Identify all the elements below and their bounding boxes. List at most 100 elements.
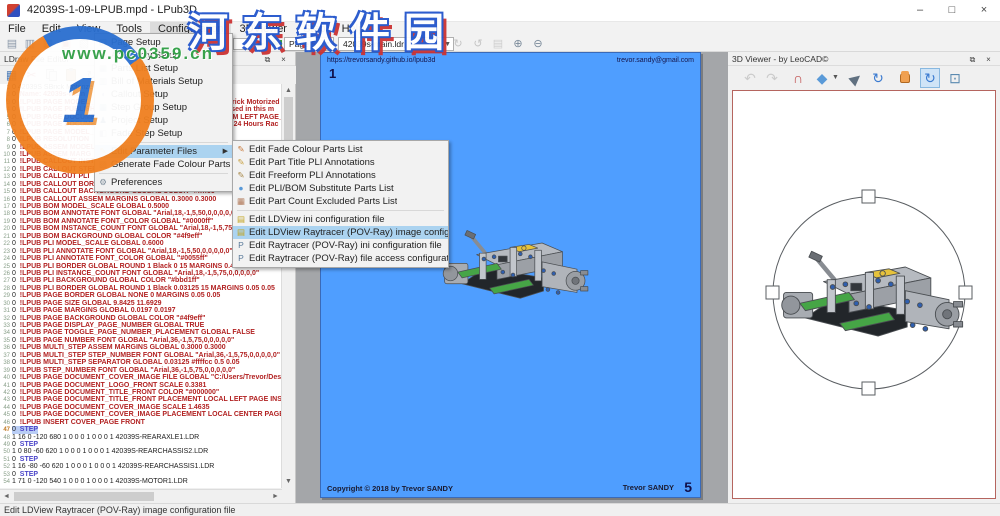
export-image-icon[interactable]: ▧ <box>76 37 92 51</box>
menu-item-bill-of-materials-setup[interactable]: ▥Bill of Materials Setup <box>95 75 232 88</box>
menu-item-edit-part-title-pli-annotations[interactable]: ✎Edit Part Title PLI Annotations <box>233 156 448 169</box>
editor-line[interactable]: 460 !LPUB INSERT COVER_PAGE FRONT <box>0 419 282 426</box>
page-graphics-view[interactable]: https://trevorsandy.github.io/lpub3d tre… <box>296 52 728 503</box>
scroll-left-icon[interactable]: ◄ <box>0 490 13 503</box>
print-icon[interactable]: ▦ <box>40 37 56 51</box>
close-dock-icon[interactable]: × <box>278 54 289 65</box>
editor-line[interactable]: 260 !LPUB PLI INSTANCE_COUNT FONT GLOBAL… <box>0 270 282 277</box>
menubar-item-file[interactable]: File <box>0 22 34 36</box>
editor-line[interactable]: 390 !LPUB STEP_NUMBER FONT GLOBAL "Arial… <box>0 367 282 374</box>
menu-item-edit-ldview-raytracer-pov-ray-image-configuration-file[interactable]: ▤Edit LDView Raytracer (POV-Ray) image c… <box>233 226 448 239</box>
model-render[interactable] <box>769 247 969 370</box>
editor-line[interactable]: 481 16 0 -120 680 1 0 0 0 1 0 0 0 1 4203… <box>0 434 282 441</box>
editor-line[interactable]: 280 !LPUB PLI BORDER GLOBAL ROUND 1 Blac… <box>0 285 282 292</box>
menubar-item-3dviewer[interactable]: 3DViewer <box>231 22 295 36</box>
menu-item-edit-raytracer-pov-ray-ini-configuration-file[interactable]: PEdit Raytracer (POV-Ray) ini configurat… <box>233 239 448 252</box>
editor-line[interactable]: 490 STEP <box>0 441 282 448</box>
open-file-icon[interactable]: ▤ <box>4 37 20 51</box>
next-page-button[interactable]: ► <box>254 37 268 51</box>
editor-line[interactable]: 501 0 80 -60 620 1 0 0 0 1 0 0 0 1 42039… <box>0 448 282 455</box>
menu-item-edit-parameter-files[interactable]: ✎Edit Parameter Files▶ <box>95 145 232 158</box>
editor-line[interactable]: 470 STEP <box>0 426 282 433</box>
ldraw-editor-icon[interactable]: ▦ <box>3 67 20 83</box>
editor-line[interactable]: 340 !LPUB PAGE TOGGLE_PAGE_NUMBER_PLACEM… <box>0 329 282 336</box>
menubar-item-step[interactable]: Step <box>295 22 334 36</box>
menu-item-assembly-setup[interactable]: ▣Assembly Setup <box>95 49 232 62</box>
export-page-icon[interactable]: ▤ <box>490 37 506 51</box>
menu-item-edit-ldview-ini-configuration-file[interactable]: ▤Edit LDView ini configuration file <box>233 213 448 226</box>
editor-line[interactable]: 410 !LPUB PAGE DOCUMENT_LOGO_FRONT SCALE… <box>0 382 282 389</box>
update-icon[interactable]: ↺ <box>470 37 486 51</box>
editor-horizontal-scrollbar[interactable]: ◄ ► <box>0 489 282 502</box>
save-file-icon[interactable]: ▥ <box>22 37 38 51</box>
rotate-icon[interactable]: ↻ <box>868 68 888 88</box>
menu-item-parts-list-setup[interactable]: ▦Parts List Setup <box>95 62 232 75</box>
editor-line[interactable]: 430 !LPUB PAGE DOCUMENT_TITLE_FRONT PLAC… <box>0 396 282 403</box>
select-icon[interactable]: ▶ <box>841 64 869 92</box>
menu-item-callout-setup[interactable]: ◖Callout Setup <box>95 88 232 101</box>
menubar-item-help[interactable]: Help <box>334 22 373 36</box>
editor-line[interactable]: 360 !LPUB MULTI_STEP ASSEM MARGINS GLOBA… <box>0 344 282 351</box>
editor-line[interactable]: 350 !LPUB PAGE NUMBER FONT GLOBAL "Arial… <box>0 337 282 344</box>
zoom-region-icon[interactable]: ⊡ <box>945 68 965 88</box>
zoom-out-icon[interactable]: ⊖ <box>530 37 546 51</box>
editor-line[interactable]: 290 !LPUB PAGE BORDER GLOBAL NONE 0 MARG… <box>0 292 282 299</box>
scroll-up-icon[interactable]: ▲ <box>282 84 295 97</box>
model-render[interactable] <box>433 227 593 327</box>
minimize-button[interactable]: – <box>904 0 936 21</box>
scroll-right-icon[interactable]: ► <box>269 490 282 503</box>
editor-line[interactable]: 310 !LPUB PAGE MARGINS GLOBAL 0.0197 0.0… <box>0 307 282 314</box>
generate-fade-colour-icon: ▨ <box>95 158 111 171</box>
menu-item-edit-freeform-pli-annotations[interactable]: ✎Edit Freeform PLI Annotations <box>233 169 448 182</box>
editor-line[interactable]: 510 STEP <box>0 456 282 463</box>
scrollbar-thumb[interactable] <box>284 97 293 141</box>
scroll-down-icon[interactable]: ▼ <box>282 475 295 488</box>
editor-line[interactable]: 530 STEP <box>0 471 282 478</box>
editor-line[interactable]: 420 !LPUB PAGE DOCUMENT_TITLE_FRONT COLO… <box>0 389 282 396</box>
menu-item-fade-step-setup[interactable]: ◧Fade Step Setup <box>95 127 232 140</box>
editor-line[interactable]: 370 !LPUB MULTI_STEP STEP_NUMBER FONT GL… <box>0 352 282 359</box>
menu-item-edit-part-count-excluded-parts-list[interactable]: ▦Edit Part Count Excluded Parts List <box>233 195 448 208</box>
float-dock-icon[interactable]: ⧉ <box>967 54 978 65</box>
redraw-icon[interactable]: ↻ <box>450 37 466 51</box>
chevron-down-icon[interactable]: ▼ <box>832 74 839 81</box>
editor-line[interactable]: 400 !LPUB PAGE DOCUMENT_COVER_IMAGE FILE… <box>0 374 282 381</box>
pieces-icon[interactable]: ◆ <box>812 68 832 88</box>
close-button[interactable]: × <box>968 0 1000 21</box>
zoom-in-icon[interactable]: ⊕ <box>510 37 526 51</box>
relative-translation-icon[interactable]: ∩ <box>788 68 808 88</box>
editor-line[interactable]: 270 !LPUB PLI BACKGROUND GLOBAL COLOR "#… <box>0 277 282 284</box>
menu-item-edit-fade-colour-parts-list[interactable]: ✎Edit Fade Colour Parts List <box>233 143 448 156</box>
menu-item-project-setup[interactable]: ♟Project Setup <box>95 114 232 127</box>
maximize-button[interactable]: □ <box>936 0 968 21</box>
menu-item-generate-fade-colour-parts-list[interactable]: ▨Generate Fade Colour Parts List <box>95 158 232 171</box>
rotate-view-icon[interactable]: ↻ <box>920 68 940 88</box>
menu-item-preferences[interactable]: ⚙Preferences <box>95 176 232 189</box>
menu-item-edit-pli-bom-substitute-parts-list[interactable]: ●Edit PLI/BOM Substitute Parts List <box>233 182 448 195</box>
editor-line[interactable]: 541 71 0 -120 540 1 0 0 0 1 0 0 0 1 4203… <box>0 478 282 485</box>
editor-line[interactable]: 450 !LPUB PAGE DOCUMENT_COVER_IMAGE PLAC… <box>0 411 282 418</box>
undo-icon[interactable]: ↶ <box>740 68 760 88</box>
editor-line[interactable]: 440 !LPUB PAGE DOCUMENT_COVER_IMAGE SCAL… <box>0 404 282 411</box>
menu-item-step-group-setup[interactable]: ▦Step Group Setup <box>95 101 232 114</box>
editor-line[interactable]: 380 !LPUB MULTI_STEP SEPARATOR GLOBAL 0.… <box>0 359 282 366</box>
goto-page-input[interactable] <box>233 38 252 50</box>
menu-item-edit-raytracer-pov-ray-file-access-configuration-file[interactable]: PEdit Raytracer (POV-Ray) file access co… <box>233 252 448 265</box>
editor-line[interactable]: 320 !LPUB PAGE BACKGROUND GLOBAL COLOR "… <box>0 315 282 322</box>
menu-item-page-setup[interactable]: ▤Page Setup <box>95 36 232 49</box>
float-dock-icon[interactable]: ⧉ <box>262 54 273 65</box>
viewer-viewport[interactable] <box>732 90 996 499</box>
editor-line[interactable]: 521 16 -80 -60 620 1 0 0 0 1 0 0 0 1 420… <box>0 463 282 470</box>
menubar-item-edit[interactable]: Edit <box>34 22 69 36</box>
editor-line[interactable]: 300 !LPUB PAGE SIZE GLOBAL 9.8425 11.692… <box>0 300 282 307</box>
last-page-button[interactable]: ► <box>269 37 283 51</box>
page-select[interactable]: Page 5 ▼ <box>284 37 334 51</box>
scrollbar-thumb[interactable] <box>14 492 154 501</box>
instruction-page[interactable]: https://trevorsandy.github.io/lpub3d tre… <box>320 52 701 498</box>
export-pdf-icon[interactable]: ▣ <box>58 37 74 51</box>
editor-line[interactable]: 330 !LPUB PAGE DISPLAY_PAGE_NUMBER GLOBA… <box>0 322 282 329</box>
submodel-select[interactable]: 42039s-main.ldr ▼ <box>338 37 454 51</box>
redo-icon[interactable]: ↷ <box>762 68 782 88</box>
close-dock-icon[interactable]: × <box>983 54 994 65</box>
cut-icon[interactable]: ✂ <box>23 67 40 83</box>
